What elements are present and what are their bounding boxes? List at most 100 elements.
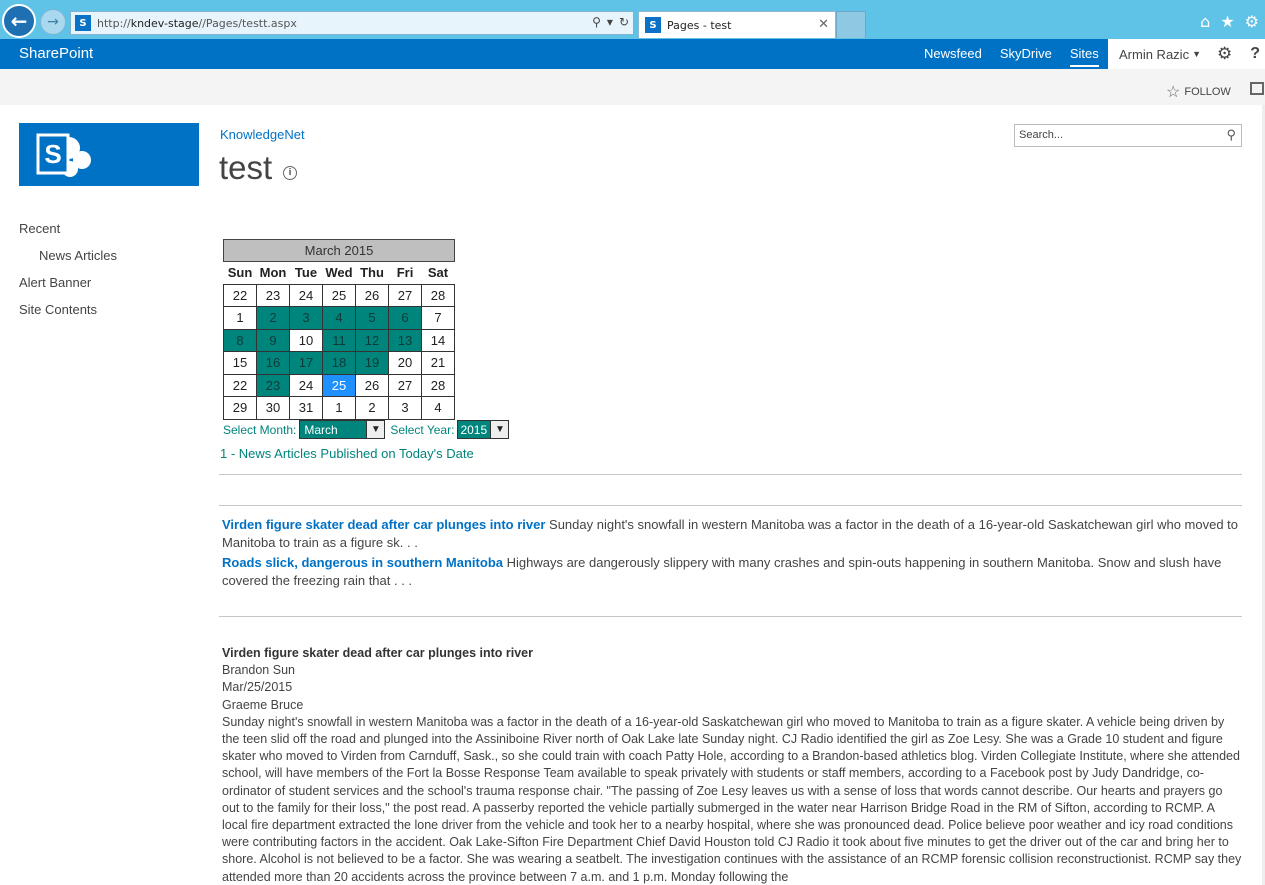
calendar-day-highlighted[interactable]: 13 bbox=[388, 328, 422, 352]
article-title: Virden figure skater dead after car plun… bbox=[222, 646, 533, 660]
calendar-day-highlighted[interactable]: 19 bbox=[355, 351, 389, 375]
calendar-day[interactable]: 14 bbox=[421, 328, 455, 352]
calendar-day[interactable]: 15 bbox=[223, 351, 257, 375]
calendar-day[interactable]: 22 bbox=[223, 373, 257, 397]
calendar-day[interactable]: 24 bbox=[289, 373, 323, 397]
calendar-day-highlighted[interactable]: 17 bbox=[289, 351, 323, 375]
search-icon[interactable]: ⚲ bbox=[592, 15, 601, 29]
newsfeed-link[interactable]: Newsfeed bbox=[924, 46, 982, 67]
calendar-day[interactable]: 26 bbox=[355, 373, 389, 397]
calendar-day-highlighted[interactable]: 3 bbox=[289, 306, 323, 330]
follow-button[interactable]: ☆ FOLLOW bbox=[1166, 82, 1231, 102]
calendar-day-highlighted[interactable]: 16 bbox=[256, 351, 290, 375]
user-area: Armin Razic ▼ ⚙ ? bbox=[1108, 39, 1265, 69]
calendar-day-headers: Sun Mon Tue Wed Thu Fri Sat bbox=[223, 261, 455, 284]
calendar-week: 8 9 10 11 12 13 14 bbox=[223, 328, 455, 352]
calendar-day-highlighted[interactable]: 2 bbox=[256, 306, 290, 330]
day-header: Tue bbox=[289, 261, 323, 284]
home-icon[interactable]: ⌂ bbox=[1200, 12, 1210, 31]
calendar-caption: March 2015 bbox=[223, 239, 455, 262]
quick-launch-nav: Recent News Articles Alert Banner Site C… bbox=[19, 220, 117, 328]
suite-links: Newsfeed SkyDrive Sites bbox=[924, 46, 1117, 67]
calendar-day[interactable]: 20 bbox=[388, 351, 422, 375]
calendar-day-highlighted[interactable]: 5 bbox=[355, 306, 389, 330]
news-list: Virden figure skater dead after car plun… bbox=[222, 516, 1242, 592]
calendar-day[interactable]: 3 bbox=[388, 396, 422, 420]
nav-item-recent[interactable]: Recent bbox=[19, 220, 117, 247]
new-tab-button[interactable] bbox=[836, 11, 866, 38]
calendar-day[interactable]: 24 bbox=[289, 283, 323, 307]
info-icon[interactable]: i bbox=[283, 166, 297, 180]
calendar-day[interactable]: 23 bbox=[256, 283, 290, 307]
calendar-day[interactable]: 7 bbox=[421, 306, 455, 330]
calendar-day[interactable]: 28 bbox=[421, 373, 455, 397]
calendar-day-highlighted[interactable]: 11 bbox=[322, 328, 356, 352]
article-author: Graeme Bruce bbox=[222, 697, 304, 712]
nav-item-alert-banner[interactable]: Alert Banner bbox=[19, 274, 117, 301]
calendar-day[interactable]: 30 bbox=[256, 396, 290, 420]
month-select[interactable]: March ▼ bbox=[299, 420, 386, 439]
calendar-week: 22 23 24 25 26 27 28 bbox=[223, 373, 455, 397]
skydrive-link[interactable]: SkyDrive bbox=[1000, 46, 1052, 67]
forward-button[interactable]: → bbox=[40, 9, 66, 35]
calendar-day-highlighted[interactable]: 12 bbox=[355, 328, 389, 352]
divider bbox=[219, 474, 1242, 475]
calendar-day[interactable]: 27 bbox=[388, 283, 422, 307]
calendar-day-highlighted[interactable]: 23 bbox=[256, 373, 290, 397]
todays-articles-link[interactable]: 1 - News Articles Published on Today's D… bbox=[220, 446, 474, 461]
address-bar[interactable]: S http://kndev-stage//Pages/testt.aspx ⚲… bbox=[70, 11, 634, 35]
calendar-day-highlighted[interactable]: 4 bbox=[322, 306, 356, 330]
day-header: Fri bbox=[388, 261, 422, 284]
focus-content-icon[interactable] bbox=[1250, 82, 1264, 95]
news-title-link[interactable]: Roads slick, dangerous in southern Manit… bbox=[222, 555, 503, 570]
search-icon[interactable]: ⚲ bbox=[1226, 127, 1236, 143]
search-input[interactable]: Search... ⚲ bbox=[1014, 124, 1242, 147]
page-title: test bbox=[219, 149, 273, 186]
favorites-star-icon[interactable]: ★ bbox=[1220, 12, 1234, 31]
calendar-day[interactable]: 25 bbox=[322, 283, 356, 307]
calendar-day-highlighted[interactable]: 18 bbox=[322, 351, 356, 375]
chevron-down-icon[interactable]: ▼ bbox=[1192, 49, 1201, 59]
breadcrumb[interactable]: KnowledgeNet bbox=[220, 127, 305, 142]
dropdown-icon[interactable]: ▾ bbox=[607, 15, 613, 29]
article-source: Brandon Sun bbox=[222, 663, 295, 678]
tools-gear-icon[interactable]: ⚙ bbox=[1245, 12, 1259, 31]
calendar-day[interactable]: 29 bbox=[223, 396, 257, 420]
nav-item-news-articles[interactable]: News Articles bbox=[19, 247, 117, 274]
nav-item-site-contents[interactable]: Site Contents bbox=[19, 301, 117, 328]
calendar-day[interactable]: 22 bbox=[223, 283, 257, 307]
calendar-day[interactable]: 26 bbox=[355, 283, 389, 307]
calendar-day[interactable]: 31 bbox=[289, 396, 323, 420]
select-year-label: Select Year: bbox=[390, 422, 455, 437]
sites-link[interactable]: Sites bbox=[1069, 46, 1099, 67]
calendar-day-highlighted[interactable]: 8 bbox=[223, 328, 257, 352]
close-tab-icon[interactable]: ✕ bbox=[818, 17, 829, 32]
chevron-down-icon: ▼ bbox=[366, 421, 385, 438]
refresh-icon[interactable]: ↻ bbox=[619, 15, 629, 29]
site-logo[interactable]: S bbox=[19, 123, 199, 186]
calendar-day-highlighted[interactable]: 6 bbox=[388, 306, 422, 330]
calendar-day[interactable]: 2 bbox=[355, 396, 389, 420]
sharepoint-logo-icon: S bbox=[36, 133, 91, 177]
calendar-day-highlighted[interactable]: 9 bbox=[256, 328, 290, 352]
day-header: Mon bbox=[256, 261, 290, 284]
calendar-day[interactable]: 1 bbox=[223, 306, 257, 330]
calendar-week: 1 2 3 4 5 6 7 bbox=[223, 306, 455, 330]
calendar-day[interactable]: 27 bbox=[388, 373, 422, 397]
calendar-day-today[interactable]: 25 bbox=[322, 373, 356, 397]
calendar-day[interactable]: 28 bbox=[421, 283, 455, 307]
browser-tab[interactable]: S Pages - test ✕ bbox=[638, 11, 836, 38]
calendar-day[interactable]: 4 bbox=[421, 396, 455, 420]
news-title-link[interactable]: Virden figure skater dead after car plun… bbox=[222, 517, 545, 532]
settings-gear-icon[interactable]: ⚙ bbox=[1217, 44, 1232, 64]
year-select[interactable]: 2015 ▼ bbox=[457, 420, 510, 439]
sharepoint-brand[interactable]: SharePoint bbox=[19, 45, 93, 62]
svg-text:S: S bbox=[44, 139, 61, 169]
calendar-week: 29 30 31 1 2 3 4 bbox=[223, 396, 455, 420]
calendar-day[interactable]: 10 bbox=[289, 328, 323, 352]
help-icon[interactable]: ? bbox=[1250, 45, 1260, 63]
back-button[interactable]: ← bbox=[2, 4, 36, 38]
calendar-day[interactable]: 1 bbox=[322, 396, 356, 420]
user-name-menu[interactable]: Armin Razic bbox=[1119, 47, 1189, 62]
calendar-day[interactable]: 21 bbox=[421, 351, 455, 375]
